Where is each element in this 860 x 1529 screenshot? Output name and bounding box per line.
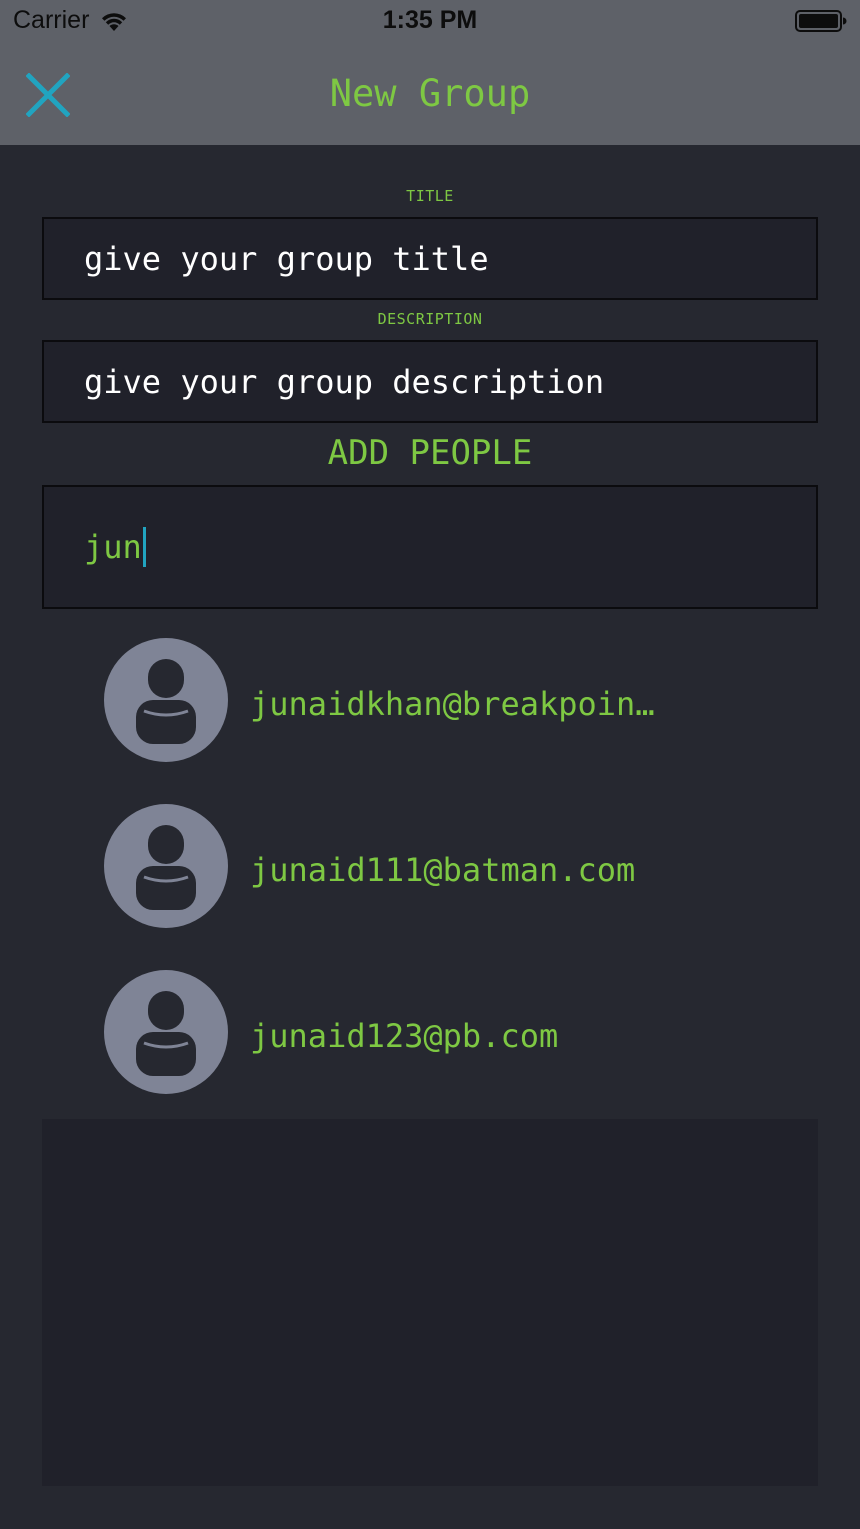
avatar xyxy=(104,638,228,762)
navigation-bar: New Group xyxy=(0,44,860,145)
title-label: TITLE xyxy=(406,187,454,205)
description-input[interactable] xyxy=(84,342,784,421)
avatar xyxy=(104,970,228,1094)
battery-icon xyxy=(795,10,847,32)
result-item[interactable]: junaid111@batman.com xyxy=(0,788,860,954)
title-field-box xyxy=(42,217,818,300)
user-icon xyxy=(136,659,196,744)
user-icon xyxy=(136,991,196,1076)
result-email: junaid123@pb.com xyxy=(250,1017,559,1055)
selected-people-panel xyxy=(42,1119,818,1486)
status-bar: Carrier 1:35 PM xyxy=(0,0,860,44)
text-cursor xyxy=(142,527,146,567)
add-people-heading: ADD PEOPLE xyxy=(327,433,533,473)
top-bar: Carrier 1:35 PM New Group xyxy=(0,0,860,145)
result-item[interactable]: junaidkhan@breakpoin… xyxy=(0,622,860,788)
description-label: DESCRIPTION xyxy=(377,310,483,328)
title-input[interactable] xyxy=(84,219,784,298)
status-time: 1:35 PM xyxy=(382,6,478,34)
search-value-container: jun xyxy=(84,527,146,567)
result-item[interactable]: junaid123@pb.com xyxy=(0,954,860,1120)
result-email: junaidkhan@breakpoin… xyxy=(250,685,655,723)
description-field-box xyxy=(42,340,818,423)
people-search-input[interactable]: jun xyxy=(42,485,818,609)
avatar xyxy=(104,804,228,928)
result-email: junaid111@batman.com xyxy=(250,851,636,889)
search-value: jun xyxy=(84,528,142,566)
user-icon xyxy=(136,825,196,910)
page-title: New Group xyxy=(329,72,531,115)
